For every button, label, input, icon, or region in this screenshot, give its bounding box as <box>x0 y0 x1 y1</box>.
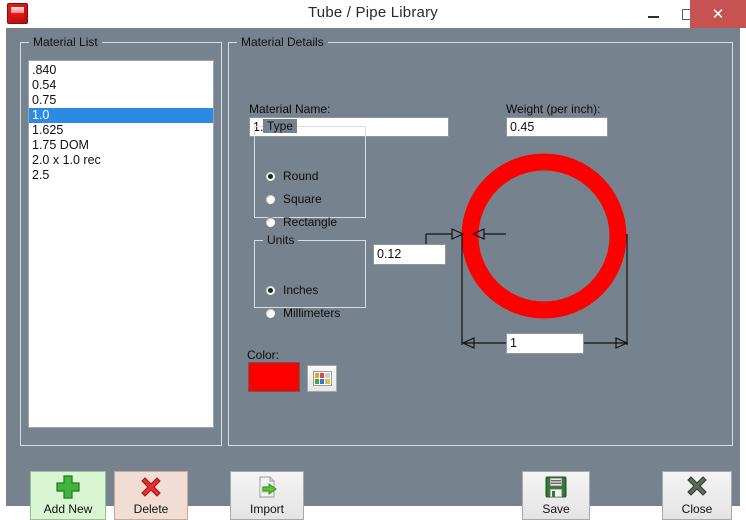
color-palette-icon <box>312 371 332 386</box>
round-tube-ring <box>461 153 627 319</box>
window-client-area: Material List .840 0.54 0.75 1.0 1.625 1… <box>0 28 746 520</box>
radio-unselected-icon <box>265 193 276 205</box>
list-item[interactable]: 1.625 <box>29 123 213 138</box>
material-list-legend: Material List <box>29 35 102 49</box>
save-button[interactable]: Save <box>522 471 590 520</box>
delete-button[interactable]: Delete <box>114 471 188 520</box>
radio-type-rectangle[interactable]: Rectangle <box>265 215 337 229</box>
list-item[interactable]: .840 <box>29 63 213 78</box>
close-button[interactable]: Close <box>662 471 732 520</box>
radio-units-inches[interactable]: Inches <box>265 283 318 297</box>
radio-type-square[interactable]: Square <box>265 192 322 206</box>
units-legend: Units <box>263 233 299 247</box>
add-new-label: Add New <box>43 502 93 516</box>
material-name-label: Material Name: <box>249 102 331 116</box>
minimize-icon <box>647 16 659 18</box>
floppy-disk-icon <box>544 472 568 502</box>
radio-selected-icon <box>265 284 276 296</box>
radio-label: Millimeters <box>283 306 341 320</box>
wall-thickness-input[interactable]: 0.12 <box>373 244 446 265</box>
close-window-button[interactable]: ✕ <box>690 0 746 28</box>
color-label: Color: <box>247 348 280 362</box>
list-item-selected[interactable]: 1.0 <box>29 108 213 123</box>
close-label: Close <box>681 502 713 516</box>
delete-label: Delete <box>133 502 169 516</box>
red-x-icon <box>138 472 164 502</box>
radio-unselected-icon <box>265 307 276 319</box>
list-item[interactable]: 0.54 <box>29 78 213 93</box>
material-listbox[interactable]: .840 0.54 0.75 1.0 1.625 1.75 DOM 2.0 x … <box>28 60 214 428</box>
list-item[interactable]: 2.5 <box>29 168 213 183</box>
color-picker-button[interactable] <box>307 365 337 392</box>
weight-label: Weight (per inch): <box>506 102 601 116</box>
type-legend: Type <box>263 119 298 133</box>
diameter-input[interactable]: 1 <box>506 333 584 354</box>
list-item[interactable]: 2.0 x 1.0 rec <box>29 153 213 168</box>
radio-selected-icon <box>265 170 276 182</box>
radio-label: Square <box>283 192 322 206</box>
radio-label: Round <box>283 169 319 183</box>
import-label: Import <box>249 502 284 516</box>
title-bar: Tube / Pipe Library ✕ <box>0 0 746 28</box>
weight-input[interactable]: 0.45 <box>506 117 608 137</box>
radio-units-millimeters[interactable]: Millimeters <box>265 306 340 320</box>
radio-label: Inches <box>283 283 319 297</box>
list-item[interactable]: 0.75 <box>29 93 213 108</box>
units-group: Units <box>254 233 366 308</box>
import-button[interactable]: Import <box>230 471 304 520</box>
tube-pipe-library-window: Tube / Pipe Library ✕ Material List .840… <box>0 0 746 520</box>
color-swatch[interactable] <box>248 362 300 392</box>
save-label: Save <box>542 502 570 516</box>
window-title: Tube / Pipe Library <box>308 4 438 21</box>
radio-type-round[interactable]: Round <box>265 169 318 183</box>
import-document-icon <box>254 472 280 502</box>
gray-x-icon <box>684 472 710 502</box>
radio-label: Rectangle <box>283 215 338 229</box>
green-plus-icon <box>55 472 81 502</box>
minimize-button[interactable] <box>638 0 668 28</box>
list-item[interactable]: 1.75 DOM <box>29 138 213 153</box>
radio-unselected-icon <box>265 216 276 228</box>
material-details-legend: Material Details <box>237 35 328 49</box>
add-new-button[interactable]: Add New <box>30 471 106 520</box>
